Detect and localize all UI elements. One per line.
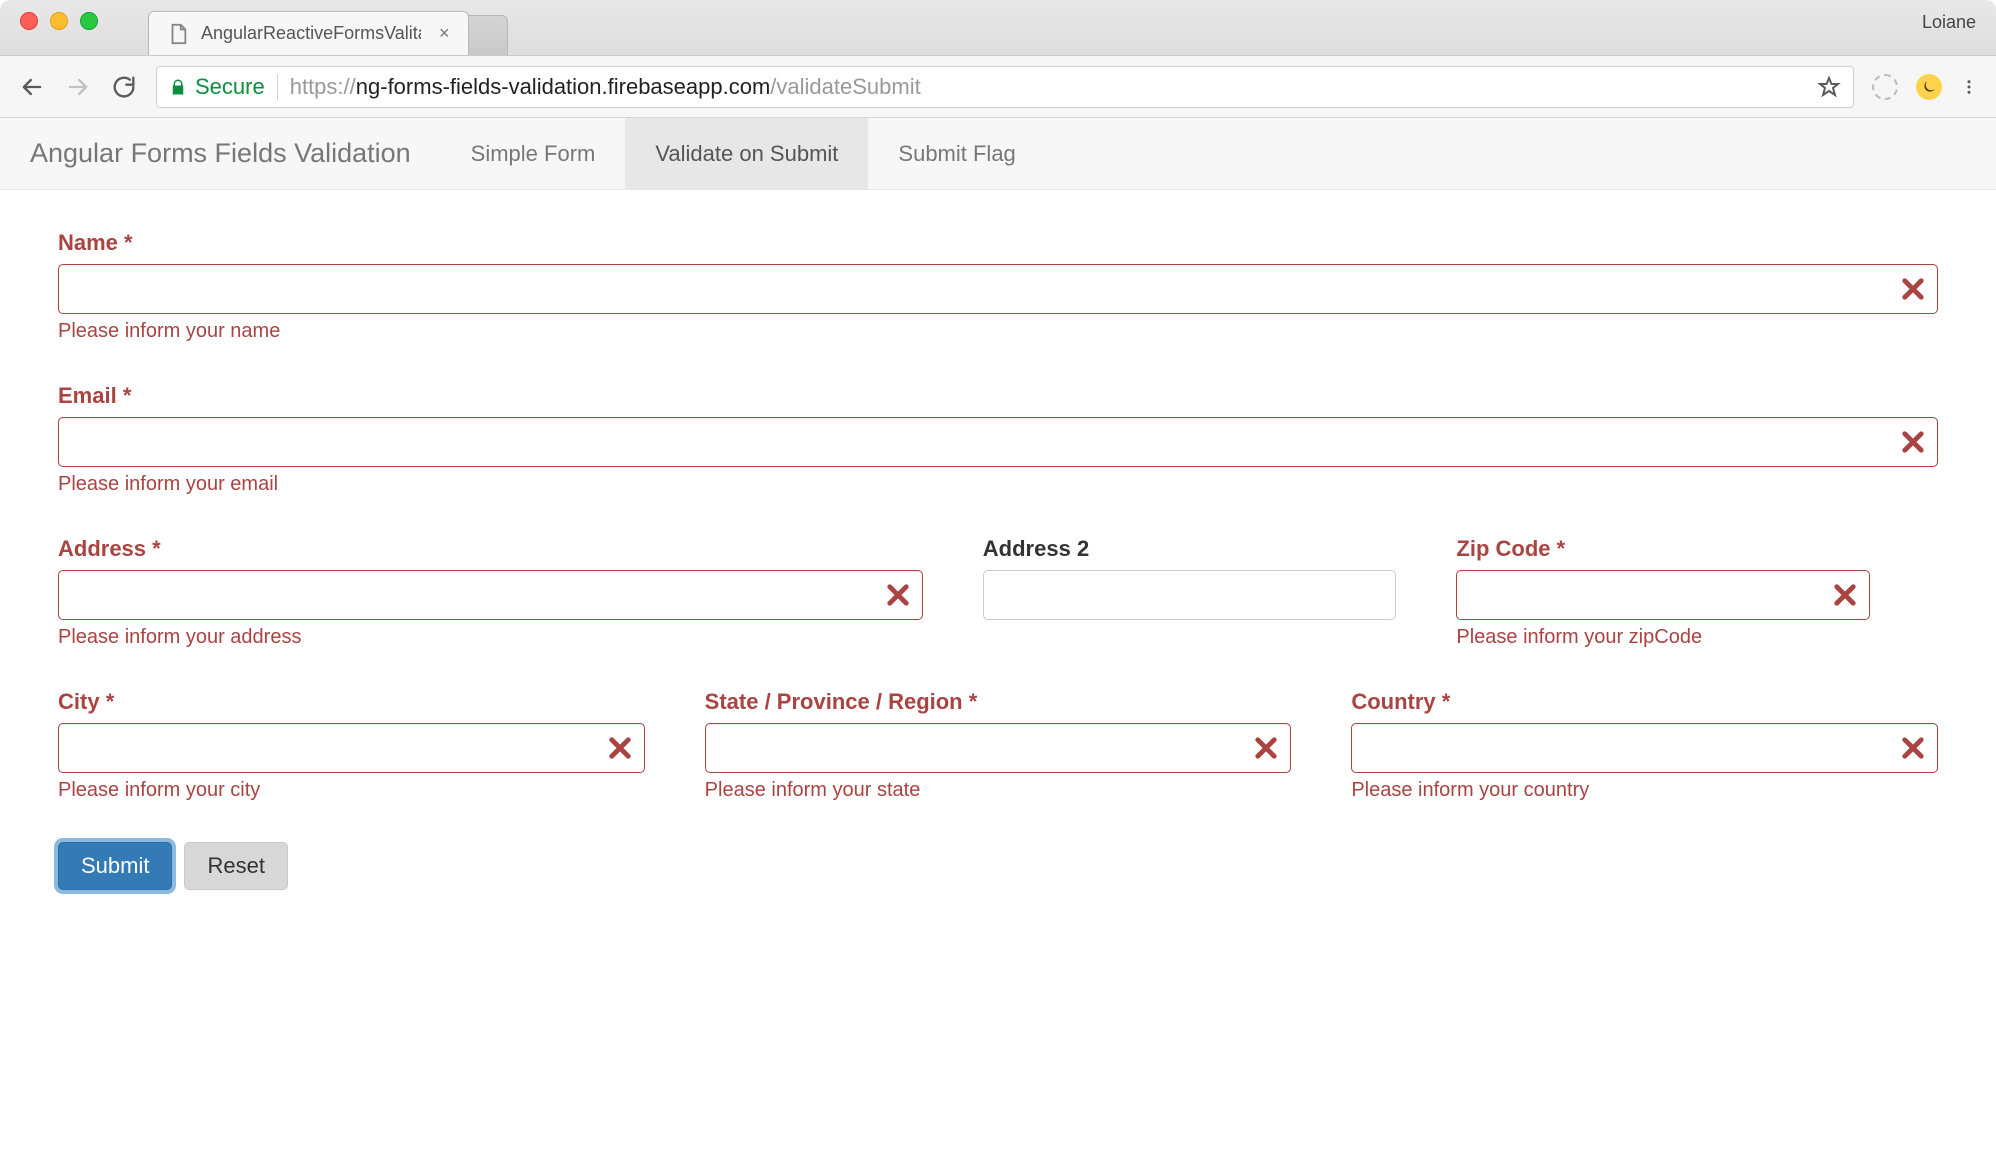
form-buttons: Submit Reset: [58, 842, 1938, 890]
url-scheme: https://: [290, 74, 356, 99]
browser-tab-active[interactable]: AngularReactiveFormsValitateS ×: [148, 11, 469, 55]
error-text-state: Please inform your state: [705, 779, 1292, 802]
error-text-address: Please inform your address: [58, 626, 923, 649]
required-asterisk: *: [1557, 536, 1566, 561]
url-path: /validateSubmit: [770, 74, 920, 99]
email-input[interactable]: [58, 417, 1938, 467]
error-text-city: Please inform your city: [58, 779, 645, 802]
window-zoom-button[interactable]: [80, 12, 98, 30]
error-cross-icon: [887, 584, 909, 606]
label-city-text: City: [58, 689, 100, 714]
divider: [277, 74, 278, 100]
error-cross-icon: [609, 737, 631, 759]
new-tab-button[interactable]: [468, 15, 508, 55]
address-input[interactable]: [58, 570, 923, 620]
label-address2-text: Address 2: [983, 536, 1089, 561]
lock-icon: [169, 78, 187, 96]
browser-toolbar: Secure https://ng-forms-fields-validatio…: [0, 56, 1996, 118]
back-button[interactable]: [18, 73, 46, 101]
label-city: City *: [58, 689, 645, 715]
form-group-email: Email * Please inform your email: [58, 383, 1938, 496]
label-address: Address *: [58, 536, 923, 562]
form-group-address: Address * Please inform your address: [58, 536, 923, 649]
form-group-state: State / Province / Region * Please infor…: [705, 689, 1292, 802]
url-text: https://ng-forms-fields-validation.fireb…: [290, 74, 921, 100]
label-address-text: Address: [58, 536, 146, 561]
city-input[interactable]: [58, 723, 645, 773]
extension-icon-1[interactable]: [1872, 74, 1898, 100]
label-address2: Address 2: [983, 536, 1397, 562]
country-input[interactable]: [1351, 723, 1938, 773]
required-asterisk: *: [106, 689, 115, 714]
tab-close-button[interactable]: ×: [439, 23, 450, 44]
forward-button[interactable]: [64, 73, 92, 101]
label-state-text: State / Province / Region: [705, 689, 963, 714]
window-minimize-button[interactable]: [50, 12, 68, 30]
form-group-name: Name * Please inform your name: [58, 230, 1938, 343]
file-icon: [167, 23, 189, 45]
label-email: Email *: [58, 383, 1938, 409]
state-input[interactable]: [705, 723, 1292, 773]
error-cross-icon: [1834, 584, 1856, 606]
label-zip-text: Zip Code: [1456, 536, 1550, 561]
error-text-zip: Please inform your zipCode: [1456, 626, 1870, 649]
tab-title: AngularReactiveFormsValitateS: [201, 23, 421, 44]
label-name-text: Name: [58, 230, 118, 255]
label-state: State / Province / Region *: [705, 689, 1292, 715]
secure-indicator: Secure: [169, 74, 265, 100]
error-cross-icon: [1902, 737, 1924, 759]
url-host: ng-forms-fields-validation.firebaseapp.c…: [356, 74, 771, 99]
reset-button[interactable]: Reset: [184, 842, 287, 890]
label-email-text: Email: [58, 383, 117, 408]
zip-input[interactable]: [1456, 570, 1870, 620]
reload-icon: [110, 73, 138, 101]
chrome-menu-button[interactable]: [1960, 74, 1978, 100]
nav-link-validate-on-submit[interactable]: Validate on Submit: [625, 118, 868, 189]
name-input[interactable]: [58, 264, 1938, 314]
app-navbar: Angular Forms Fields Validation Simple F…: [0, 118, 1996, 190]
tab-strip: AngularReactiveFormsValitateS ×: [148, 8, 508, 55]
required-asterisk: *: [124, 230, 133, 255]
window-titlebar: AngularReactiveFormsValitateS × Loiane: [0, 0, 1996, 56]
form-group-country: Country * Please inform your country: [1351, 689, 1938, 802]
error-text-country: Please inform your country: [1351, 779, 1938, 802]
secure-label-text: Secure: [195, 74, 265, 100]
bookmark-star-icon[interactable]: [1817, 75, 1841, 99]
address-bar[interactable]: Secure https://ng-forms-fields-validatio…: [156, 66, 1854, 108]
required-asterisk: *: [152, 536, 161, 561]
window-controls: [20, 12, 98, 30]
form-content: Name * Please inform your name Email *: [0, 190, 1996, 910]
browser-window: AngularReactiveFormsValitateS × Loiane S…: [0, 0, 1996, 1162]
address2-input[interactable]: [983, 570, 1397, 620]
error-text-email: Please inform your email: [58, 473, 1938, 496]
form-group-address2: Address 2: [983, 536, 1397, 649]
moon-icon: [1921, 79, 1937, 95]
error-cross-icon: [1902, 278, 1924, 300]
arrow-right-icon: [64, 73, 92, 101]
error-text-name: Please inform your name: [58, 320, 1938, 343]
required-asterisk: *: [969, 689, 978, 714]
label-country: Country *: [1351, 689, 1938, 715]
label-zip: Zip Code *: [1456, 536, 1870, 562]
profile-name[interactable]: Loiane: [1922, 12, 1976, 33]
label-country-text: Country: [1351, 689, 1435, 714]
form-group-city: City * Please inform your city: [58, 689, 645, 802]
extension-icon-2[interactable]: [1916, 74, 1942, 100]
nav-link-submit-flag[interactable]: Submit Flag: [868, 118, 1045, 189]
reload-button[interactable]: [110, 73, 138, 101]
error-cross-icon: [1902, 431, 1924, 453]
form-group-zip: Zip Code * Please inform your zipCode: [1456, 536, 1870, 649]
required-asterisk: *: [1442, 689, 1451, 714]
navbar-brand[interactable]: Angular Forms Fields Validation: [30, 118, 441, 189]
arrow-left-icon: [18, 73, 46, 101]
window-close-button[interactable]: [20, 12, 38, 30]
submit-button[interactable]: Submit: [58, 842, 172, 890]
error-cross-icon: [1255, 737, 1277, 759]
nav-link-simple-form[interactable]: Simple Form: [441, 118, 626, 189]
label-name: Name *: [58, 230, 1938, 256]
required-asterisk: *: [123, 383, 132, 408]
